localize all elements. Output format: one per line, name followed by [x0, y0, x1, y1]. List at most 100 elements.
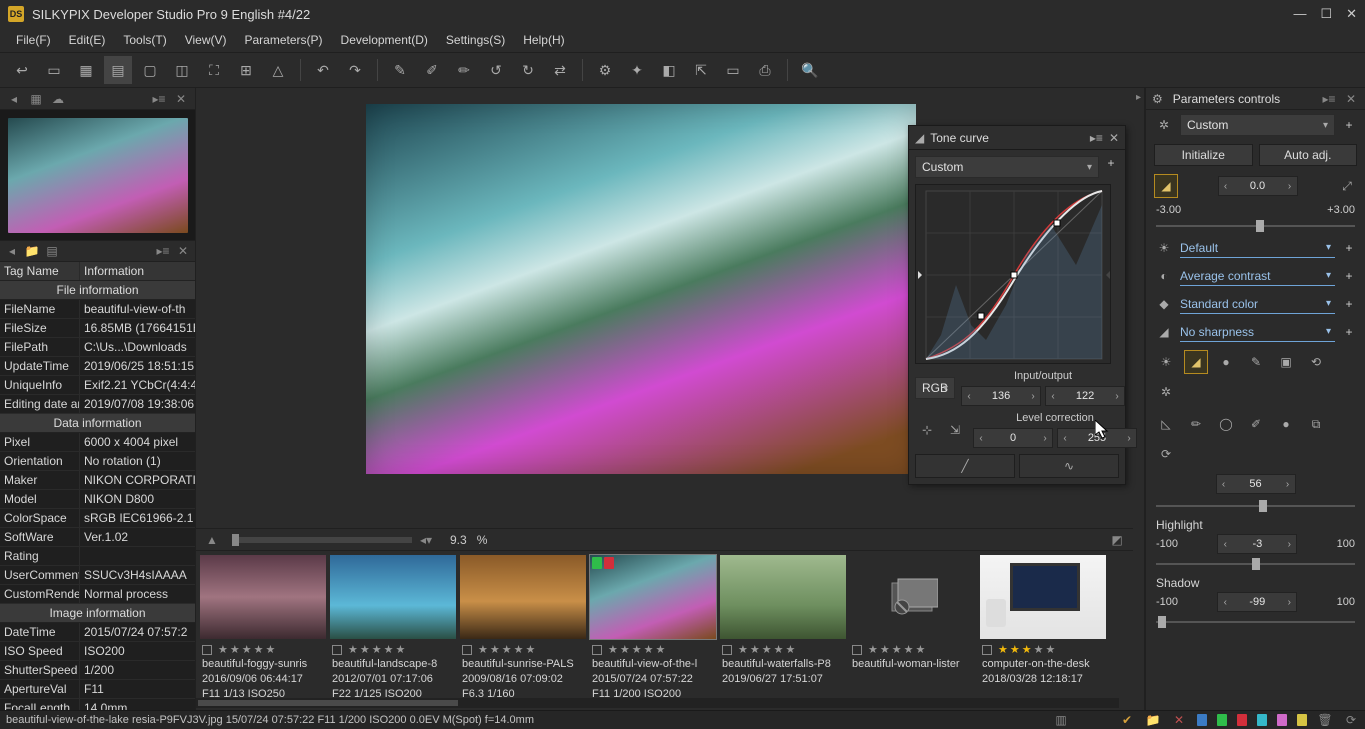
output-spinner[interactable]: ‹122›: [1045, 386, 1125, 406]
star-icon[interactable]: ★: [1034, 643, 1044, 656]
select-checkbox[interactable]: [852, 645, 862, 655]
tool-undo-icon[interactable]: ↶: [309, 56, 337, 84]
tool-cog-plus-icon[interactable]: ⚙: [591, 56, 619, 84]
info-table[interactable]: File information FileNamebeautiful-view-…: [0, 281, 195, 710]
info-icon[interactable]: ▤: [44, 244, 60, 258]
star-icon[interactable]: ★: [762, 643, 772, 656]
crop2-icon[interactable]: ⧉: [1304, 412, 1328, 436]
status-refresh-icon[interactable]: ⟳: [1343, 713, 1359, 727]
mid-slider[interactable]: [1156, 498, 1355, 514]
rating-stars[interactable]: ★★★★★: [330, 641, 456, 656]
star-icon[interactable]: ★: [868, 643, 878, 656]
star-icon[interactable]: ★: [526, 643, 536, 656]
mid-left-icon[interactable]: ‹: [1217, 479, 1231, 490]
rating-stars[interactable]: ★★★★★: [980, 641, 1106, 656]
lens-icon[interactable]: ◯: [1214, 412, 1238, 436]
star-icon[interactable]: ★: [360, 643, 370, 656]
thumb-card[interactable]: ★★★★★beautiful-sunrise-PALS2009/08/16 07…: [460, 555, 586, 701]
brush-icon[interactable]: ✎: [1244, 350, 1268, 374]
zoom-contrast-icon[interactable]: ◩: [1109, 533, 1125, 547]
thumb-card[interactable]: ★★★★★beautiful-waterfalls-P82019/06/27 1…: [720, 555, 846, 701]
hl-spinner[interactable]: ‹ -3 ›: [1217, 534, 1297, 554]
exposure-icon[interactable]: ◢: [1154, 174, 1178, 198]
status-check-icon[interactable]: ✔: [1119, 713, 1135, 727]
maximize-icon[interactable]: ☐: [1320, 6, 1332, 22]
tool-warning-icon[interactable]: △: [264, 56, 292, 84]
tone-preset-combo[interactable]: Custom: [915, 156, 1099, 178]
tone-add-button[interactable]: +: [1103, 156, 1119, 178]
preset-combo[interactable]: Custom: [1180, 114, 1335, 136]
zoom-slider[interactable]: [232, 537, 412, 543]
spinner-left-icon[interactable]: ‹: [1219, 181, 1233, 192]
rating-stars[interactable]: ★★★★★: [200, 641, 326, 656]
thumb-card[interactable]: ★★★★★beautiful-foggy-sunris2016/09/06 06…: [200, 555, 326, 701]
menu-parameters[interactable]: Parameters(P): [237, 31, 331, 49]
panel-close3-icon[interactable]: ✕: [1343, 92, 1359, 106]
curve-btn[interactable]: ∿: [1019, 454, 1119, 478]
move-point-icon[interactable]: ⇲: [943, 418, 967, 442]
star-icon[interactable]: ★: [218, 643, 228, 656]
channel-combo[interactable]: RGB: [915, 377, 955, 399]
hl-slider[interactable]: [1156, 556, 1355, 572]
left-chevron2-icon[interactable]: ◂: [4, 244, 20, 258]
tool-swap-icon[interactable]: ⇄: [546, 56, 574, 84]
status-x-icon[interactable]: ✕: [1171, 713, 1187, 727]
sh-slider[interactable]: [1156, 614, 1355, 630]
zoom-triangle-icon[interactable]: ▲: [204, 533, 220, 547]
menu-tools[interactable]: Tools(T): [115, 31, 174, 49]
tone-menu-icon[interactable]: ▸≡: [1090, 131, 1103, 145]
tool-revert-icon[interactable]: ↺: [482, 56, 510, 84]
color-combo[interactable]: Standard color: [1180, 294, 1335, 314]
rating-stars[interactable]: ★★★★★: [850, 641, 976, 656]
select-checkbox[interactable]: [462, 645, 472, 655]
input-spinner[interactable]: ‹136›: [961, 386, 1041, 406]
linear-btn[interactable]: ╱: [915, 454, 1015, 478]
thumb-card[interactable]: ★★★★★beautiful-view-of-the-l2015/07/24 0…: [590, 555, 716, 701]
histogram-icon[interactable]: ▦: [28, 92, 44, 106]
thumb-card[interactable]: ★★★★★beautiful-woman-lister: [850, 555, 976, 701]
tool-print-icon[interactable]: ⎙: [751, 56, 779, 84]
mid-right-icon[interactable]: ›: [1281, 479, 1295, 490]
menu-view[interactable]: View(V): [177, 31, 235, 49]
tool-brush2-icon[interactable]: ✐: [418, 56, 446, 84]
star-icon[interactable]: ★: [632, 643, 642, 656]
star-icon[interactable]: ★: [750, 643, 760, 656]
status-layout-icon[interactable]: ▥: [1053, 713, 1069, 727]
tool-revert2-icon[interactable]: ↻: [514, 56, 542, 84]
star-icon[interactable]: ★: [396, 643, 406, 656]
star-icon[interactable]: ★: [384, 643, 394, 656]
star-icon[interactable]: ★: [1010, 643, 1020, 656]
sh-spinner[interactable]: ‹ -99 ›: [1217, 592, 1297, 612]
brush2-icon[interactable]: ✐: [1244, 412, 1268, 436]
drop-icon[interactable]: ●: [1274, 412, 1298, 436]
tool-combo-icon[interactable]: ▤: [104, 56, 132, 84]
star-icon[interactable]: ★: [254, 643, 264, 656]
curve-mini-icon[interactable]: ◢: [1184, 350, 1208, 374]
tool-export-icon[interactable]: ⇱: [687, 56, 715, 84]
sun-icon[interactable]: ☀: [1154, 350, 1178, 374]
gear-icon[interactable]: ⚙: [1152, 92, 1163, 106]
status-dot-green[interactable]: [1217, 714, 1227, 726]
level-hi-spinner[interactable]: ‹255›: [1057, 428, 1137, 448]
star-icon[interactable]: ★: [478, 643, 488, 656]
star-icon[interactable]: ★: [230, 643, 240, 656]
tool-split-icon[interactable]: ◫: [168, 56, 196, 84]
status-folder-icon[interactable]: 📁: [1145, 713, 1161, 727]
status-dot-cyan[interactable]: [1257, 714, 1267, 726]
select-checkbox[interactable]: [202, 645, 212, 655]
tool-search-icon[interactable]: 🔍: [796, 56, 824, 84]
pen-icon[interactable]: ✏: [1184, 412, 1208, 436]
autoadj-button[interactable]: Auto adj.: [1259, 144, 1358, 166]
folder-icon[interactable]: 📁: [24, 244, 40, 258]
panel-close-icon[interactable]: ✕: [173, 92, 189, 106]
tool-redo-icon[interactable]: ↷: [341, 56, 369, 84]
menu-development[interactable]: Development(D): [333, 31, 436, 49]
thumb-scrollbar[interactable]: [196, 698, 1119, 708]
menu-edit[interactable]: Edit(E): [61, 31, 114, 49]
star-icon[interactable]: ★: [656, 643, 666, 656]
tone-curve-graph[interactable]: [915, 184, 1111, 364]
star-icon[interactable]: ★: [644, 643, 654, 656]
star-icon[interactable]: ★: [242, 643, 252, 656]
star-icon[interactable]: ★: [348, 643, 358, 656]
select-checkbox[interactable]: [332, 645, 342, 655]
